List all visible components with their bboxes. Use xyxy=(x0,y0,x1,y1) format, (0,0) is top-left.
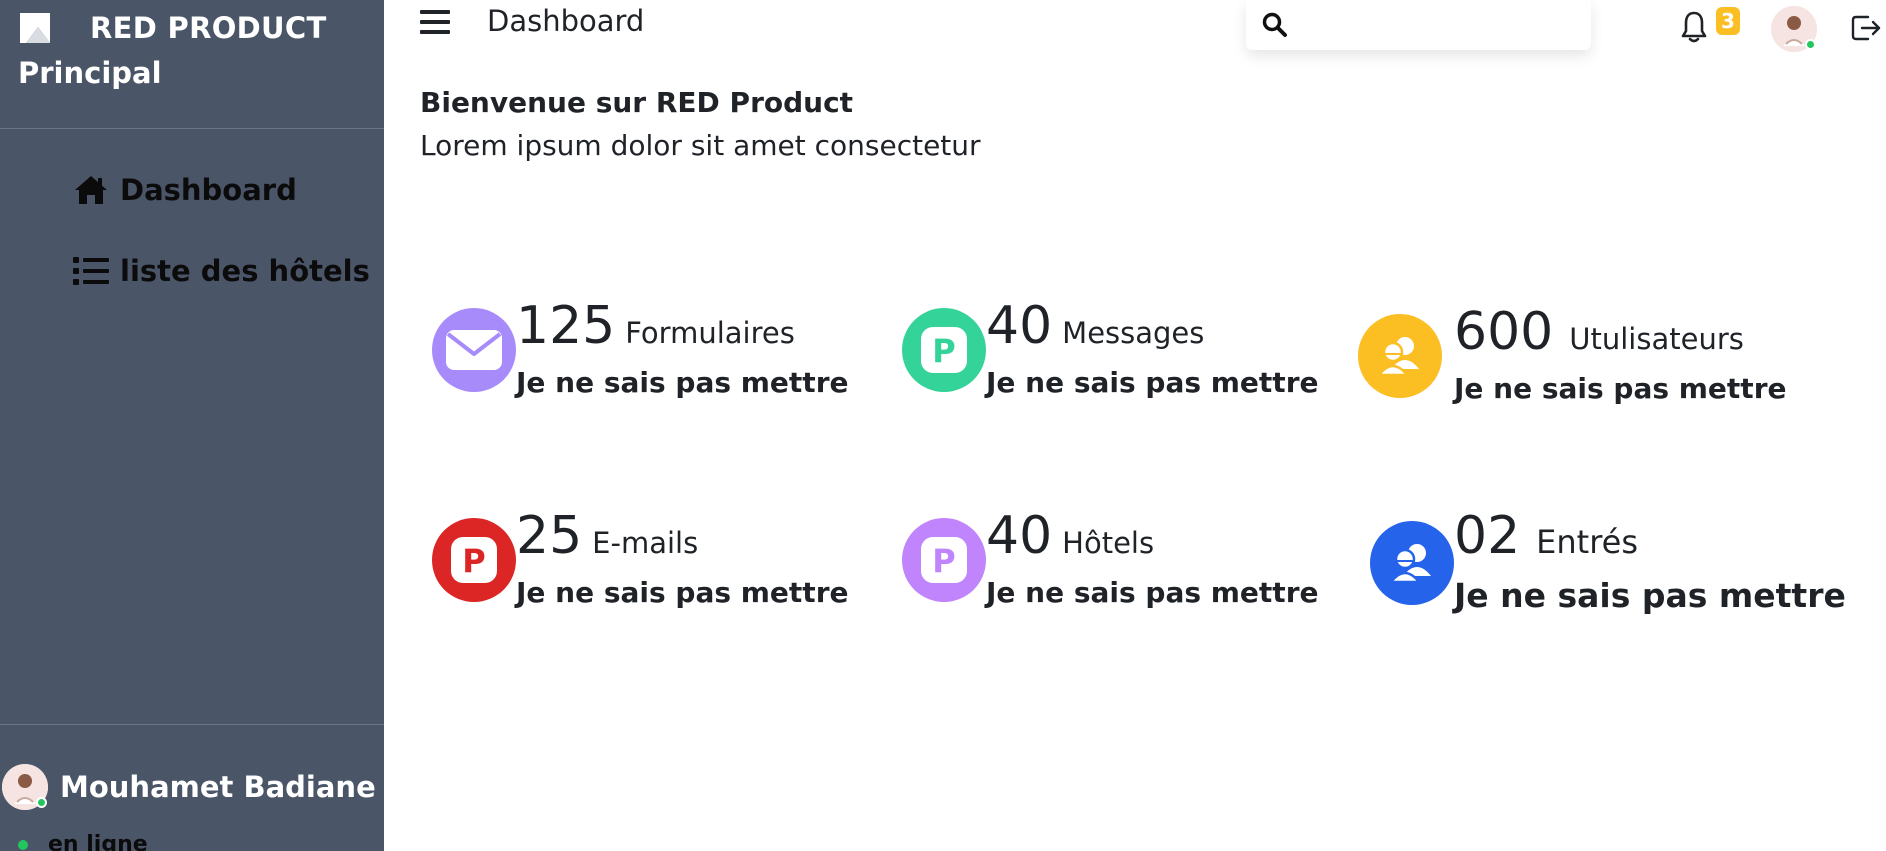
sidebar-section-title: Principal xyxy=(18,56,162,90)
sidebar-user[interactable]: Mouhamet Badiane xyxy=(2,764,376,810)
welcome-subtitle: Lorem ipsum dolor sit amet consectetur xyxy=(420,129,981,162)
stat-value: 600 xyxy=(1454,302,1554,362)
notification-badge: 3 xyxy=(1716,7,1740,35)
user-name: Mouhamet Badiane xyxy=(60,770,376,804)
sidebar-nav: Dashboard liste des hôtels xyxy=(72,168,370,330)
home-icon xyxy=(72,172,110,208)
status-dot xyxy=(18,839,28,850)
svg-text:P: P xyxy=(462,542,485,580)
stat-card-formulaires: 125 Formulaires Je ne sais pas mettre xyxy=(432,300,849,399)
search-input[interactable] xyxy=(1300,13,1580,37)
stat-description: Je ne sais pas mettre xyxy=(516,576,849,609)
user-status: en ligne xyxy=(18,832,148,851)
stat-description: Je ne sais pas mettre xyxy=(1454,372,1787,405)
p-icon: P xyxy=(902,517,986,602)
stat-text: 02 Entrés Je ne sais pas mettre xyxy=(1454,510,1846,615)
sidebar-divider xyxy=(0,128,384,129)
search-icon xyxy=(1262,12,1287,37)
stat-value: 02 xyxy=(1454,506,1521,566)
sidebar-item-label: liste des hôtels xyxy=(120,254,370,288)
stat-label: Entrés xyxy=(1536,523,1639,561)
stat-label: Messages xyxy=(1062,316,1205,350)
stat-description: Je ne sais pas mettre xyxy=(986,366,1319,399)
sidebar: RED PRODUCT Principal Dashboard liste de… xyxy=(0,0,384,851)
stat-card-emails: P 25 E-mails Je ne sais pas mettre xyxy=(432,510,849,609)
stat-card-entres: 02 Entrés Je ne sais pas mettre xyxy=(1370,510,1846,615)
stat-card-hotels: P 40 Hôtels Je ne sais pas mettre xyxy=(902,510,1319,609)
online-indicator xyxy=(36,797,47,808)
p-icon: P xyxy=(432,517,516,602)
stat-value: 25 xyxy=(516,506,583,566)
svg-text:P: P xyxy=(932,542,955,580)
sidebar-item-dashboard[interactable]: Dashboard xyxy=(72,168,370,212)
page-title: Dashboard xyxy=(487,4,645,38)
stat-card-messages: P 40 Messages Je ne sais pas mettre xyxy=(902,300,1319,399)
bell-icon[interactable] xyxy=(1680,10,1708,44)
logout-icon[interactable] xyxy=(1850,12,1882,44)
stat-text: 125 Formulaires Je ne sais pas mettre xyxy=(516,300,849,399)
stat-value: 125 xyxy=(516,296,616,356)
sidebar-item-hotels[interactable]: liste des hôtels xyxy=(72,249,370,293)
sidebar-item-label: Dashboard xyxy=(120,173,297,207)
stat-description: Je ne sais pas mettre xyxy=(516,366,849,399)
stat-description: Je ne sais pas mettre xyxy=(986,576,1319,609)
users-icon xyxy=(1370,520,1454,605)
envelope-icon xyxy=(432,307,516,392)
stat-value: 40 xyxy=(986,296,1053,356)
hamburger-menu-icon[interactable] xyxy=(420,8,450,36)
stat-card-utilisateurs: 600 Utulisateurs Je ne sais pas mettre xyxy=(1358,306,1787,405)
list-icon xyxy=(72,253,110,289)
logo-icon xyxy=(20,13,50,43)
stat-label: Utulisateurs xyxy=(1569,322,1744,356)
brand-name: RED PRODUCT xyxy=(90,11,327,45)
p-icon: P xyxy=(902,307,986,392)
brand: RED PRODUCT Principal xyxy=(18,8,378,90)
svg-text:P: P xyxy=(932,332,955,370)
online-indicator xyxy=(1805,39,1816,50)
stat-text: 40 Messages Je ne sais pas mettre xyxy=(986,300,1319,399)
stat-text: 25 E-mails Je ne sais pas mettre xyxy=(516,510,849,609)
sidebar-divider xyxy=(0,724,384,725)
stat-label: Hôtels xyxy=(1062,526,1155,560)
users-icon xyxy=(1358,313,1442,398)
welcome-title: Bienvenue sur RED Product xyxy=(420,86,854,119)
header-avatar[interactable] xyxy=(1771,6,1817,52)
avatar xyxy=(2,764,48,810)
stat-description: Je ne sais pas mettre xyxy=(1454,576,1846,615)
status-text: en ligne xyxy=(48,832,148,851)
stat-text: 40 Hôtels Je ne sais pas mettre xyxy=(986,510,1319,609)
stat-value: 40 xyxy=(986,506,1053,566)
stat-label: E-mails xyxy=(592,526,699,560)
stat-text: 600 Utulisateurs Je ne sais pas mettre xyxy=(1454,306,1787,405)
search-bar[interactable] xyxy=(1246,0,1591,50)
stat-label: Formulaires xyxy=(625,316,795,350)
